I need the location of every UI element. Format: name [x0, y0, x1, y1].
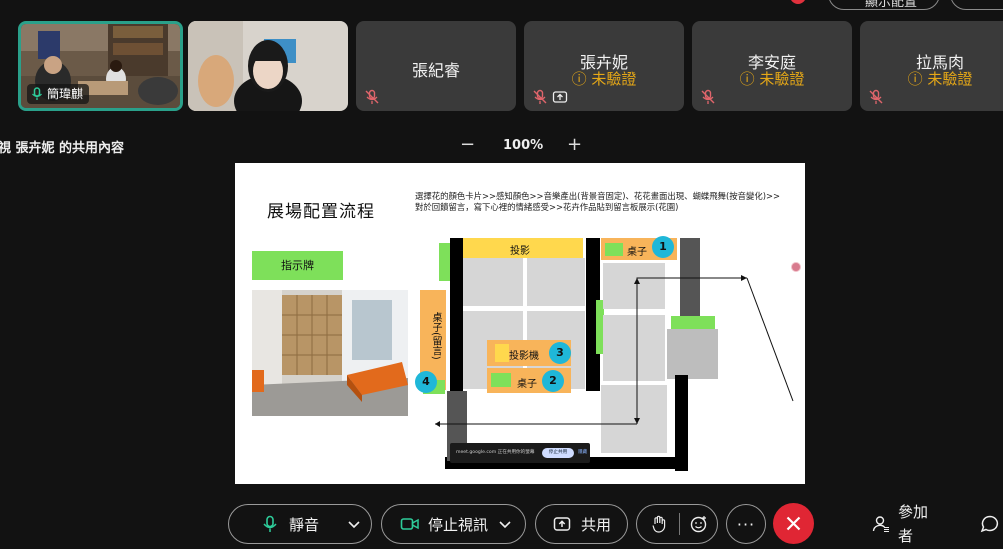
more-top-button[interactable]: [950, 0, 1003, 10]
end-call-button[interactable]: [773, 503, 814, 544]
emoji-reaction-icon[interactable]: [690, 515, 708, 533]
unverified-status: ⓘ 未驗證: [907, 70, 973, 88]
reactions-group[interactable]: [636, 504, 718, 544]
share-label: 共用: [581, 515, 612, 534]
flow-arrows: [435, 275, 794, 427]
unverified-status: ⓘ 未驗證: [739, 70, 805, 88]
warning-icon: ⓘ: [571, 70, 587, 88]
cursor-indicator: [791, 262, 801, 272]
chevron-down-icon[interactable]: [347, 517, 361, 531]
participant-tile-5[interactable]: 李安庭 ⓘ 未驗證: [692, 21, 852, 111]
video-feed: [188, 21, 348, 111]
stop-video-label: 停止視訊: [428, 515, 489, 534]
participant-tile-3[interactable]: 張紀睿: [356, 21, 516, 111]
screen-share-icon: [552, 91, 568, 103]
layout-button[interactable]: 顯示配置: [828, 0, 940, 10]
participant-tile-video1[interactable]: 簡瑋麒: [18, 21, 183, 111]
shared-screen: 展場配置流程 選擇花的顏色卡片>>感知顏色>>音樂產出(背景音固定)、花花畫面出…: [235, 163, 805, 484]
screen-share-notice: meet.google.com 正在共用你的螢幕 停止共用 隱藏: [450, 443, 590, 463]
mute-label: 靜音: [289, 515, 320, 534]
zoom-in-button[interactable]: +: [567, 134, 582, 155]
video-camera-icon: [400, 518, 419, 530]
participant-tile-4[interactable]: 張卉妮 ⓘ 未驗證: [524, 21, 684, 111]
mic-muted-icon: [365, 89, 379, 104]
warning-icon: ⓘ: [739, 70, 755, 88]
notification-dot: [790, 0, 806, 4]
unverified-status: ⓘ 未驗證: [571, 70, 637, 88]
screen-share-icon: [553, 517, 571, 531]
zoom-out-button[interactable]: −: [460, 134, 475, 155]
mic-muted-icon: [533, 89, 547, 104]
participant-name-label: 簡瑋麒: [27, 84, 90, 104]
raise-hand-icon[interactable]: [651, 515, 667, 533]
microphone-icon: [263, 515, 277, 532]
chat-icon[interactable]: [980, 514, 1000, 534]
share-content-title: 視 張卉妮 的共用內容: [0, 141, 125, 156]
participant-tile-video2[interactable]: [188, 21, 348, 111]
more-icon: ···: [736, 514, 756, 534]
close-icon: [786, 516, 801, 531]
video-control[interactable]: 停止視訊: [381, 504, 526, 544]
mic-muted-icon: [869, 89, 883, 104]
participants-label[interactable]: 參加者: [898, 500, 938, 548]
microphone-icon: [32, 87, 42, 100]
share-button[interactable]: 共用: [535, 504, 628, 544]
participant-tile-6[interactable]: 拉馬肉 ⓘ 未驗證: [860, 21, 1003, 111]
zoom-level: 100%: [503, 138, 544, 153]
warning-icon: ⓘ: [907, 70, 923, 88]
mic-muted-icon: [701, 89, 715, 104]
participants-icon[interactable]: [872, 515, 890, 533]
chevron-down-icon[interactable]: [498, 517, 512, 531]
mute-control[interactable]: 靜音: [228, 504, 372, 544]
more-options-button[interactable]: ···: [726, 504, 766, 544]
participant-name: 張紀睿: [411, 61, 460, 80]
